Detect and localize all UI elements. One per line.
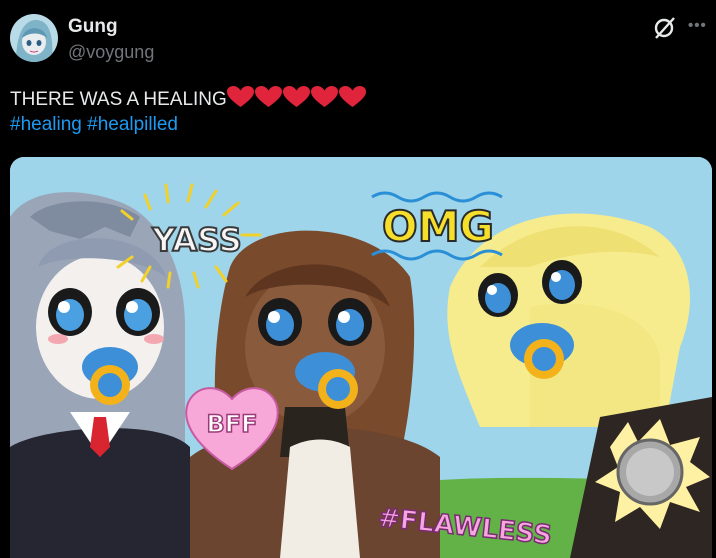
heart-emoji-icon — [254, 86, 282, 107]
heart-emoji-icon — [282, 86, 310, 107]
author-handle[interactable]: @voygung — [68, 42, 154, 63]
omg-sticker: OMG — [371, 191, 503, 261]
hashtag-healing[interactable]: #healing — [10, 114, 82, 135]
avatar[interactable] — [10, 14, 58, 62]
heart-emoji-icon — [338, 86, 366, 107]
heart-emoji-icon — [310, 86, 338, 107]
bff-label: BFF — [206, 410, 257, 438]
hashtag-healpilled[interactable]: #healpilled — [87, 114, 178, 135]
grok-icon[interactable] — [652, 14, 678, 40]
tweet-media-image[interactable]: YASS OMG BFF #FLAWLESS — [10, 157, 712, 558]
heart-emoji-group — [226, 86, 367, 110]
more-options-icon[interactable]: ••• — [688, 14, 712, 38]
yass-label: YASS — [151, 221, 242, 259]
heart-emoji-icon — [226, 86, 254, 107]
tweet-text: THERE WAS A HEALING #healing #healpilled — [10, 86, 367, 137]
tweet-body-text: THERE WAS A HEALING — [10, 89, 227, 110]
author-display-name[interactable]: Gung — [68, 16, 118, 38]
omg-label: OMG — [382, 202, 494, 251]
